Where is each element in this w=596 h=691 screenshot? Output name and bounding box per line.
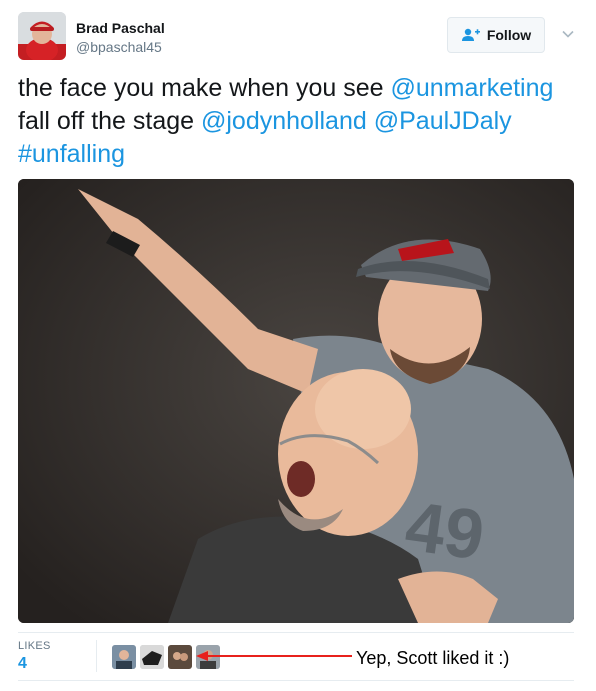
follow-person-plus-icon [461, 28, 480, 41]
chevron-down-icon[interactable] [561, 27, 575, 41]
tweet-text-part: fall off the stage [18, 107, 201, 135]
follow-button[interactable]: Follow [447, 17, 545, 53]
liker-avatar[interactable] [168, 645, 192, 669]
hashtag-link-unfalling[interactable]: #unfalling [18, 140, 125, 168]
mention-link-pauljdaly[interactable]: @PaulJDaly [374, 107, 512, 135]
annotation-text: Yep, Scott liked it :) [356, 648, 510, 668]
tweet-text: the face you make when you see @unmarket… [18, 72, 578, 171]
stats-divider-bottom [18, 680, 574, 681]
mention-link-unmarketing[interactable]: @unmarketing [390, 74, 553, 102]
likes-count[interactable]: 4 [18, 655, 27, 673]
liker-avatar[interactable] [112, 645, 136, 669]
follow-button-label: Follow [486, 27, 532, 43]
mention-link-jodynholland[interactable]: @jodynholland [201, 107, 367, 135]
author-avatar[interactable] [18, 12, 66, 60]
tweet-text-part [367, 107, 374, 135]
annotation-arrow-icon [196, 651, 352, 661]
tweet-text-part: the face you make when you see [18, 74, 391, 102]
author-handle[interactable]: @bpaschal45 [76, 39, 162, 55]
stats-separator [96, 640, 97, 672]
likes-label: LIKES [18, 640, 51, 652]
liker-avatar[interactable] [140, 645, 164, 669]
stats-divider-top [18, 632, 574, 633]
tweet-photo[interactable]: 49 [18, 179, 574, 623]
author-name[interactable]: Brad Paschal [76, 20, 165, 36]
